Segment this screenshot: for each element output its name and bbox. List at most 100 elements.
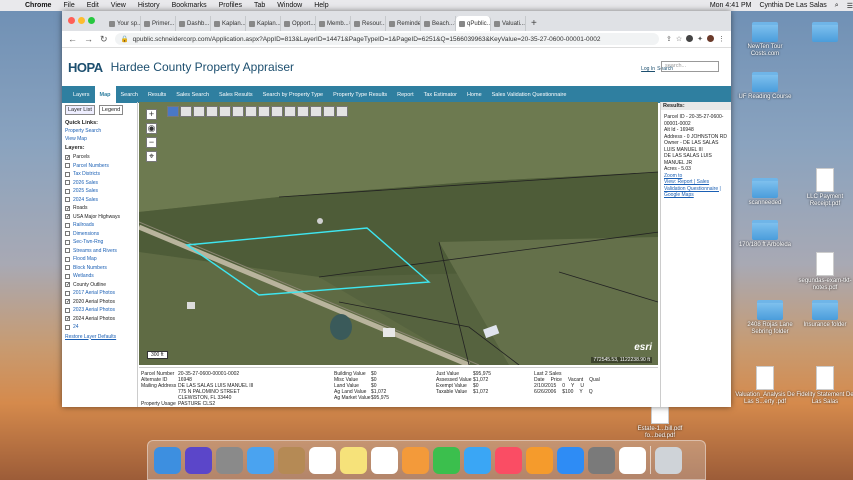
nav-layers[interactable]: Layers xyxy=(68,86,95,103)
browser-tab[interactable]: Dashb...× xyxy=(176,16,211,31)
nav-home[interactable]: Home xyxy=(462,86,487,103)
tab-layer-list[interactable]: Layer List xyxy=(65,105,95,115)
puzzle-icon[interactable]: ✦ xyxy=(697,35,703,43)
reload-icon[interactable]: ↻ xyxy=(100,34,108,45)
layer-item[interactable]: Block Numbers xyxy=(65,264,134,273)
layer-item[interactable]: 24 xyxy=(65,323,134,332)
facetime-icon[interactable] xyxy=(433,446,460,474)
browser-tab[interactable]: Opport...× xyxy=(281,16,316,31)
layers-tool-icon[interactable] xyxy=(180,106,192,117)
draw-tool-icon[interactable] xyxy=(219,106,231,117)
desktop-item[interactable]: segundas-exam-tkt-notes.pdf xyxy=(795,252,853,292)
layer-checkbox[interactable] xyxy=(65,273,70,279)
reminders-icon[interactable] xyxy=(371,446,398,474)
layer-item[interactable]: Railroads xyxy=(65,221,134,230)
apple-icon[interactable] xyxy=(9,2,19,10)
clear-tool-icon[interactable] xyxy=(297,106,309,117)
layer-item[interactable]: Sec-Twn-Rng xyxy=(65,238,134,247)
nav-sales-search[interactable]: Sales Search xyxy=(171,86,214,103)
markup-tool-icon[interactable] xyxy=(271,106,283,117)
spotlight-icon[interactable]: ⌕ xyxy=(835,2,839,10)
layer-item[interactable]: Wetlands xyxy=(65,272,134,281)
layer-checkbox[interactable] xyxy=(65,307,70,313)
nav-tax-estimator[interactable]: Tax Estimator xyxy=(419,86,462,103)
property-search-link[interactable]: Property Search xyxy=(65,128,134,134)
layer-checkbox[interactable] xyxy=(65,163,70,169)
zoom-window-button[interactable] xyxy=(88,17,95,24)
layer-item[interactable]: ✓ Parcels xyxy=(65,153,134,162)
browser-tab[interactable]: Kaplan...× xyxy=(211,16,246,31)
browser-tab[interactable]: Valuati...× xyxy=(491,16,526,31)
minimize-window-button[interactable] xyxy=(78,17,85,24)
layer-checkbox[interactable] xyxy=(65,324,70,330)
nav-map[interactable]: Map xyxy=(94,86,116,103)
menubar-item-file[interactable]: File xyxy=(63,2,74,9)
layer-item[interactable]: Tax Districts xyxy=(65,170,134,179)
layer-item[interactable]: ✓ 2024 Aerial Photos xyxy=(65,315,134,324)
view-map-link[interactable]: View Map xyxy=(65,136,134,142)
more-menu-icon[interactable]: ⋮ xyxy=(718,35,725,43)
finder-icon[interactable] xyxy=(154,446,181,474)
nav-sales-validation-questionnaire[interactable]: Sales Validation Questionnaire xyxy=(487,86,572,103)
full-extent-icon[interactable] xyxy=(336,106,348,117)
siri-icon[interactable] xyxy=(185,446,212,474)
layer-item[interactable]: Dimensions xyxy=(65,230,134,239)
nav-report[interactable]: Report xyxy=(392,86,419,103)
layer-item[interactable]: 2026 Sales xyxy=(65,179,134,188)
layer-checkbox[interactable] xyxy=(65,180,70,186)
browser-tab[interactable]: Resour...× xyxy=(351,16,386,31)
layer-item[interactable]: ✓ County Outline xyxy=(65,281,134,290)
layer-item[interactable]: ✓ 2020 Aerial Photos xyxy=(65,298,134,307)
layer-item[interactable]: 2024 Sales xyxy=(65,196,134,205)
site-search-input[interactable]: search... xyxy=(661,61,719,72)
menubar-item-view[interactable]: View xyxy=(111,2,126,9)
locate-button[interactable]: ⌖ xyxy=(146,151,157,162)
menubar-item-history[interactable]: History xyxy=(138,2,160,9)
browser-tab[interactable]: qPublic...× xyxy=(456,16,491,31)
layer-item[interactable]: Flood Map xyxy=(65,255,134,264)
zoom-in-button[interactable]: + xyxy=(146,109,157,120)
map-view[interactable]: + ◉ − ⌖ 300 ft esri 772545.53, 1122238.90 f… xyxy=(139,102,658,365)
layer-checkbox[interactable] xyxy=(65,197,70,203)
layer-checkbox[interactable] xyxy=(65,171,70,177)
layer-item[interactable]: ✓ USA Major Highways xyxy=(65,213,134,222)
clock[interactable]: Mon 4:41 PM xyxy=(710,2,752,9)
menubar-item-chrome[interactable]: Chrome xyxy=(25,2,51,9)
nav-sales-results[interactable]: Sales Results xyxy=(214,86,258,103)
nav-property-type-results[interactable]: Property Type Results xyxy=(328,86,392,103)
mail-icon[interactable] xyxy=(247,446,274,474)
layer-item[interactable]: 2025 Sales xyxy=(65,187,134,196)
forward-icon[interactable]: → xyxy=(84,34,93,44)
desktop-item[interactable]: LLC Payment Receipt.pdf xyxy=(795,168,853,208)
layer-checkbox[interactable] xyxy=(65,256,70,262)
menubar-item-profiles[interactable]: Profiles xyxy=(219,2,242,9)
calendar-icon[interactable] xyxy=(309,446,336,474)
identify-tool-icon[interactable] xyxy=(167,106,179,117)
books-icon[interactable] xyxy=(526,446,553,474)
bookmark-star-icon[interactable]: ☆ xyxy=(676,35,682,43)
browser-tab[interactable]: Primer...× xyxy=(141,16,176,31)
contacts-icon[interactable] xyxy=(278,446,305,474)
nav-results[interactable]: Results xyxy=(143,86,171,103)
extension-icon[interactable] xyxy=(686,35,694,42)
back-icon[interactable]: ← xyxy=(68,34,77,44)
view-links[interactable]: View: Report | Sales Validation Question… xyxy=(664,179,721,198)
layer-checkbox[interactable] xyxy=(65,265,70,271)
desktop-item[interactable]: scanneeded xyxy=(735,178,795,207)
layer-checkbox[interactable] xyxy=(65,188,70,194)
menubar-item-help[interactable]: Help xyxy=(314,2,328,9)
layer-item[interactable]: ✓ Roads xyxy=(65,204,134,213)
profile-avatar[interactable] xyxy=(707,35,714,42)
desktop-item[interactable]: Insurance folder xyxy=(795,300,853,329)
close-window-button[interactable] xyxy=(68,17,75,24)
layer-checkbox[interactable]: ✓ xyxy=(65,282,70,288)
browser-tab[interactable]: Kaplan...× xyxy=(246,16,281,31)
layer-item[interactable]: Parcel Numbers xyxy=(65,162,134,171)
layer-item[interactable]: Streams and Rivers xyxy=(65,247,134,256)
layer-item[interactable]: 2017 Aerial Photos xyxy=(65,289,134,298)
home-extent-button[interactable]: ◉ xyxy=(146,123,157,134)
desktop-item[interactable]: NewTen Tour Costs.com xyxy=(735,22,795,58)
layer-checkbox[interactable] xyxy=(65,239,70,245)
chrome-icon[interactable] xyxy=(619,446,646,474)
appstore-icon[interactable] xyxy=(557,446,584,474)
